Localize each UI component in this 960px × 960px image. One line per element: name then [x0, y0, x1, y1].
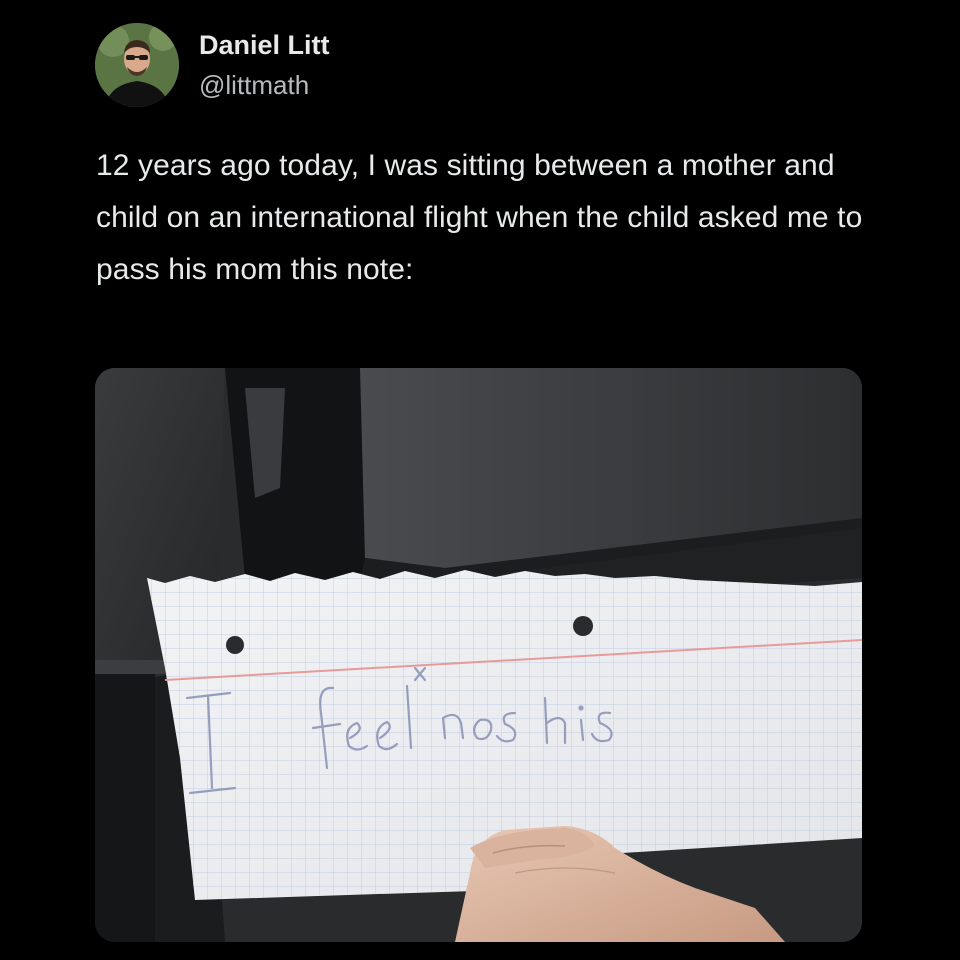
- tweet-header: Daniel Litt @littmath: [95, 22, 330, 108]
- author-display-name[interactable]: Daniel Litt: [199, 29, 330, 61]
- photo-of-handwritten-note-icon: [95, 368, 862, 942]
- tweet-text: 12 years ago today, I was sitting betwee…: [96, 149, 863, 286]
- author-handle[interactable]: @littmath: [199, 69, 330, 101]
- tweet-media-photo[interactable]: [95, 368, 862, 942]
- avatar-photo-icon: [95, 23, 179, 107]
- avatar[interactable]: [95, 23, 179, 107]
- tweet: Daniel Litt @littmath 12 years ago today…: [0, 0, 960, 960]
- author-names: Daniel Litt @littmath: [199, 29, 330, 101]
